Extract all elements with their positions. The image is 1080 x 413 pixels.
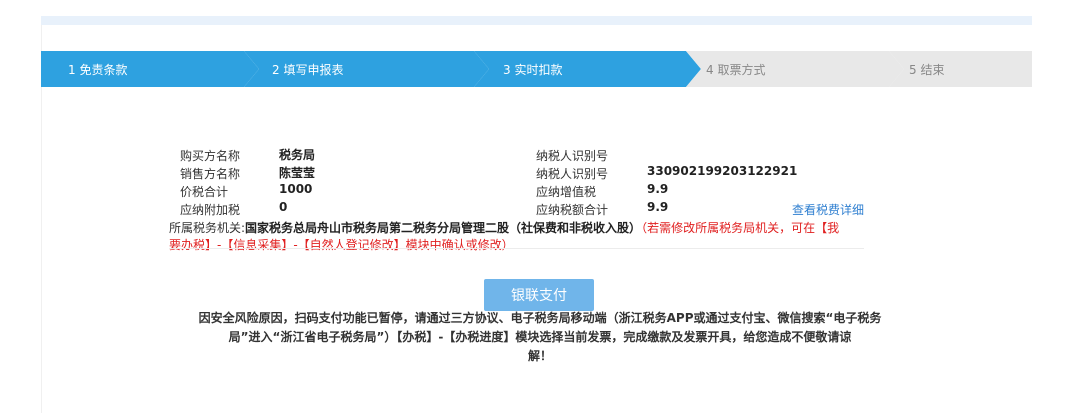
view-tax-detail-link[interactable]: 查看税费详细 [792,201,864,218]
divider [169,248,864,249]
total-label: 价税合计 [180,185,229,199]
surcharge-value: 0 [279,200,288,214]
tax-office-label: 所属税务机关: [169,221,246,235]
tax-office-note-2: 要办税】-【信息采集】-【自然人登记修改】模块中确认或修改） [169,238,514,252]
total-value: 1000 [279,182,313,196]
step-1-label: 1 免责条款 [68,63,128,77]
step-2-label: 2 填写申报表 [272,63,344,77]
payment-notice: 因安全风险原因，扫码支付功能已暂停，请通过三方协议、电子税务局移动端（浙江税务A… [180,309,900,366]
step-5-label: 5 结束 [909,63,945,77]
step-3-label: 3 实时扣款 [503,63,563,77]
notice-line-3: 解！ [527,349,552,363]
vat-value: 9.9 [647,182,669,196]
tax-office-line: 所属税务机关:国家税务总局舟山市税务局第二税务分局管理二股（社保费和非税收入股）… [169,219,839,236]
tax-office-value: 国家税务总局舟山市税务局第二税务分局管理二股（社保费和非税收入股） [245,221,642,235]
buyer-name-label: 购买方名称 [180,149,241,163]
surcharge-label: 应纳附加税 [180,203,241,217]
seller-tax-id-value: 330902199203122921 [647,164,798,178]
tax-total-label: 应纳税额合计 [536,203,609,217]
top-bar [41,16,1032,25]
step-4-label: 4 取票方式 [706,63,766,77]
tax-total-value: 9.9 [647,200,669,214]
buyer-tax-id-label: 纳税人识别号 [536,149,609,163]
seller-name-label: 销售方名称 [180,167,241,181]
vat-label: 应纳增值税 [536,185,597,199]
unionpay-pay-button[interactable]: 银联支付 [484,279,594,311]
seller-name-value: 陈莹莹 [279,166,316,180]
notice-line-2: 局”进入“浙江省电子税务局”）【办税】-【办税进度】模块选择当前发票，完成缴款及… [228,330,852,344]
seller-tax-id-label: 纳税人识别号 [536,167,609,181]
tax-office-note-1: （若需修改所属税务局机关，可在【我 [641,221,840,235]
notice-line-1: 因安全风险原因，扫码支付功能已暂停，请通过三方协议、电子税务局移动端（浙江税务A… [198,311,882,325]
buyer-name-value: 税务局 [279,148,316,162]
step-progress-bar: 1 免责条款 2 填写申报表 3 实时扣款 4 取票方式 5 结束 [41,51,1032,87]
